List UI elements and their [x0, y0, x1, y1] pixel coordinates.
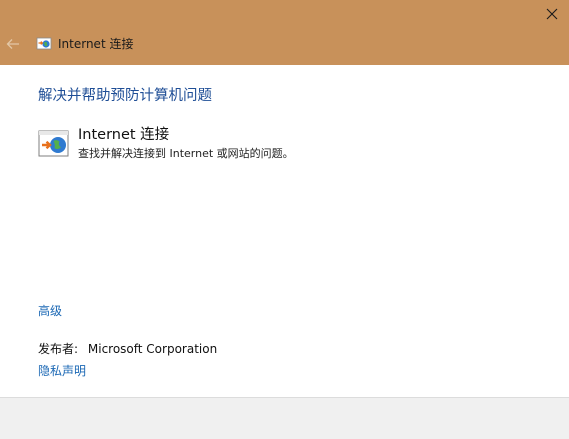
troubleshooter-description: 查找并解决连接到 Internet 或网站的问题。	[78, 147, 294, 160]
page-heading: 解决并帮助预防计算机问题	[38, 88, 212, 104]
troubleshooter-title: Internet 连接	[78, 127, 170, 143]
advanced-link[interactable]: 高级	[38, 303, 62, 319]
internet-connection-icon	[36, 37, 52, 50]
title-bar: Internet 连接	[0, 0, 569, 65]
internet-connection-icon	[38, 130, 69, 157]
close-button[interactable]	[535, 0, 569, 28]
publisher-name: Microsoft Corporation	[87, 342, 218, 356]
publisher-label: 发布者:	[38, 342, 79, 356]
troubleshooter-internet-connection[interactable]: Internet 连接 查找并解决连接到 Internet 或网站的问题。	[38, 127, 458, 160]
window-title: Internet 连接	[58, 37, 134, 51]
back-arrow-icon	[6, 39, 19, 49]
back-button[interactable]	[4, 34, 22, 54]
close-icon	[546, 8, 558, 20]
publisher-line: 发布者: Microsoft Corporation	[38, 341, 217, 357]
privacy-statement-link[interactable]: 隐私声明	[38, 363, 86, 379]
footer-bar	[0, 397, 569, 439]
